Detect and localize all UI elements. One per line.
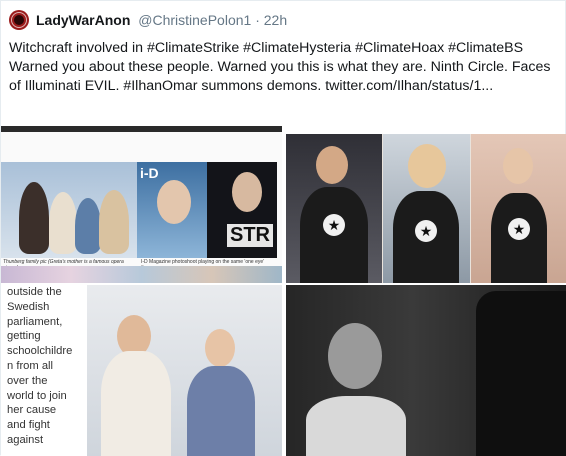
tweet-timestamp[interactable]: 22h: [264, 12, 287, 28]
overlay-text-line: parliament,: [7, 315, 63, 328]
magazine-face: [157, 180, 191, 224]
star-photo-2-head: [408, 144, 446, 188]
overlay-text-line: against: [7, 433, 44, 446]
star-photo-3-head: [503, 148, 533, 184]
media-image-portrait[interactable]: [286, 285, 566, 456]
overlay-text-line: over the: [7, 374, 48, 387]
collage-bottom-row: [1, 266, 282, 283]
parliament-photo: [87, 285, 282, 456]
tweet-header: LadyWarAnon @ChristinePolon1 · 22h: [36, 12, 287, 28]
tweet-text: Witchcraft involved in #ClimateStrike #C…: [9, 40, 551, 94]
display-name[interactable]: LadyWarAnon: [36, 12, 130, 28]
family-person-1: [19, 182, 49, 254]
portrait-face: [328, 323, 382, 389]
family-photo: [1, 162, 137, 258]
overlay-text-line: getting: [7, 330, 41, 343]
collage-top-strip: [1, 126, 282, 132]
overlay-text-line: schoolchildre: [7, 345, 73, 358]
overlay-text-line: outside the: [7, 286, 62, 298]
portrait-suit-figure: [476, 291, 566, 456]
family-person-3: [75, 198, 101, 254]
media-image-star-shirts[interactable]: ★ ★ ★: [286, 134, 566, 283]
star-icon: ★: [508, 218, 530, 240]
tweet-card[interactable]: LadyWarAnon @ChristinePolon1 · 22h Witch…: [0, 0, 566, 456]
star-photo-1: ★: [286, 134, 382, 283]
parliament-person-2-head: [205, 329, 235, 367]
magazine-photo: i-D STR: [137, 162, 277, 258]
family-person-2: [49, 192, 77, 254]
media-grid: Thunberg family pic (Greta's mother is a…: [1, 126, 566, 456]
overlay-text-line: world to join: [7, 389, 67, 402]
star-icon: ★: [323, 214, 345, 236]
media-image-collage[interactable]: Thunberg family pic (Greta's mother is a…: [1, 126, 282, 283]
family-person-4: [99, 190, 129, 254]
media-image-parliament[interactable]: outside the Swedish parliament, getting …: [1, 285, 282, 456]
parliament-person-2-body: [187, 366, 255, 456]
portrait-collar: [306, 396, 406, 456]
parliament-person-1-body: [101, 351, 171, 456]
avatar[interactable]: [9, 10, 29, 30]
overlay-text-block: outside the Swedish parliament, getting …: [1, 285, 87, 456]
overlay-text-line: her cause: [7, 404, 57, 417]
strike-sign: STR: [227, 224, 273, 247]
star-icon: ★: [415, 220, 437, 242]
star-photo-2: ★: [383, 134, 470, 283]
overlay-text-line: n from all: [7, 359, 54, 372]
user-handle[interactable]: @ChristinePolon1: [138, 12, 251, 28]
overlay-text-line: Swedish: [7, 300, 50, 313]
separator-dot: ·: [255, 12, 260, 28]
magazine-logo: i-D: [140, 165, 159, 181]
star-photo-1-head: [316, 146, 348, 184]
star-photo-3: ★: [471, 134, 566, 283]
overlay-text-line: and fight: [7, 419, 50, 432]
magazine-face-2: [232, 172, 262, 212]
avatar-center: [14, 15, 24, 25]
